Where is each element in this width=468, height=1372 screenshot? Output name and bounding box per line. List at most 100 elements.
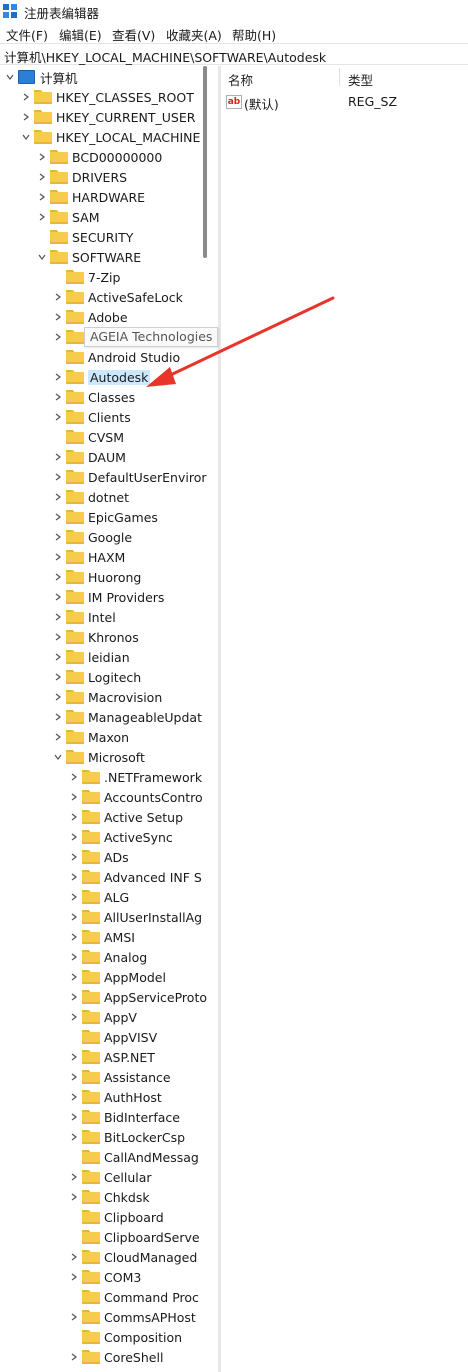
tree-node-software-key[interactable]: DAUM	[52, 447, 126, 467]
chevron-right-icon[interactable]	[52, 367, 64, 387]
tree-node-hklm-key[interactable]: SAM	[36, 207, 100, 227]
chevron-right-icon[interactable]	[68, 1127, 80, 1147]
tree-node-software-key[interactable]: Logitech	[52, 667, 141, 687]
tree-node-software-key[interactable]: IM Providers	[52, 587, 164, 607]
tree-node-microsoft-key[interactable]: AllUserInstallAg	[68, 907, 202, 927]
tree-node-microsoft-key[interactable]: Assistance	[68, 1067, 171, 1087]
tree-node-microsoft-key[interactable]: AppV	[68, 1007, 137, 1027]
chevron-right-icon[interactable]	[52, 387, 64, 407]
tree-node-microsoft-key[interactable]: AppModel	[68, 967, 166, 987]
chevron-right-icon[interactable]	[68, 1107, 80, 1127]
chevron-right-icon[interactable]	[68, 967, 80, 987]
chevron-right-icon[interactable]	[68, 807, 80, 827]
chevron-right-icon[interactable]	[52, 527, 64, 547]
tree-node-software-key[interactable]: DefaultUserEnviror	[52, 467, 207, 487]
tree-node-software-key[interactable]: Intel	[52, 607, 116, 627]
tree-node-microsoft-key[interactable]: Command Proc	[68, 1287, 199, 1307]
tree-node-software-key[interactable]: Clients	[52, 407, 131, 427]
tree-node-microsoft-key[interactable]: ActiveSync	[68, 827, 173, 847]
menu-view[interactable]: 查看(V)	[112, 25, 155, 44]
tree-node-hklm-key[interactable]: SECURITY	[36, 227, 133, 247]
tree-node-software-key[interactable]: Macrovision	[52, 687, 162, 707]
registry-tree[interactable]: 计算机 HKEY_CLASSES_ROOT HKEY_CURRENT_USER HKE…	[0, 66, 218, 1372]
chevron-right-icon[interactable]	[68, 1267, 80, 1287]
tree-node-hive[interactable]: HKEY_LOCAL_MACHINE	[20, 127, 200, 147]
tree-node-microsoft-key[interactable]: ADs	[68, 847, 129, 867]
tree-node-software-key[interactable]: ManageableUpdat	[52, 707, 202, 727]
tree-node-hklm-key[interactable]: SOFTWARE	[36, 247, 141, 267]
tree-node-microsoft-key[interactable]: Composition	[68, 1327, 182, 1347]
chevron-right-icon[interactable]	[52, 667, 64, 687]
chevron-right-icon[interactable]	[52, 627, 64, 647]
chevron-right-icon[interactable]	[52, 687, 64, 707]
address-bar[interactable]: 计算机\HKEY_LOCAL_MACHINE\SOFTWARE\Autodesk	[0, 43, 468, 65]
chevron-right-icon[interactable]	[68, 827, 80, 847]
tree-node-microsoft-key[interactable]: Advanced INF S	[68, 867, 202, 887]
tree-node-microsoft-key[interactable]: CommsAPHost	[68, 1307, 196, 1327]
chevron-right-icon[interactable]	[68, 1067, 80, 1087]
tree-node-microsoft-key[interactable]: COM3	[68, 1267, 141, 1287]
chevron-right-icon[interactable]	[68, 1247, 80, 1267]
tree-node-microsoft-key[interactable]: AuthHost	[68, 1087, 162, 1107]
tree-node-software-key[interactable]: Android Studio	[52, 347, 180, 367]
tree-node-software-key[interactable]: Maxon	[52, 727, 129, 747]
tree-node-microsoft-key[interactable]: Chkdsk	[68, 1187, 150, 1207]
chevron-right-icon[interactable]	[52, 447, 64, 467]
chevron-right-icon[interactable]	[68, 787, 80, 807]
tree-node-microsoft-key[interactable]: ClipboardServe	[68, 1227, 200, 1247]
tree-node-software-key[interactable]: leidian	[52, 647, 130, 667]
tree-node-microsoft-key[interactable]: BidInterface	[68, 1107, 180, 1127]
chevron-right-icon[interactable]	[20, 87, 32, 107]
chevron-right-icon[interactable]	[52, 727, 64, 747]
chevron-right-icon[interactable]	[52, 567, 64, 587]
menu-edit[interactable]: 编辑(E)	[59, 25, 102, 44]
chevron-right-icon[interactable]	[20, 107, 32, 127]
tree-node-microsoft-key[interactable]: AppVISV	[68, 1027, 157, 1047]
chevron-right-icon[interactable]	[52, 467, 64, 487]
tree-node-software-key[interactable]: Autodesk	[52, 367, 151, 387]
tree-node-microsoft-key[interactable]: .NETFramework	[68, 767, 202, 787]
chevron-right-icon[interactable]	[68, 1347, 80, 1367]
chevron-right-icon[interactable]	[52, 407, 64, 427]
chevron-right-icon[interactable]	[68, 767, 80, 787]
chevron-right-icon[interactable]	[52, 647, 64, 667]
chevron-right-icon[interactable]	[36, 167, 48, 187]
column-header-name[interactable]: 名称	[228, 70, 253, 89]
chevron-down-icon[interactable]	[52, 747, 64, 767]
value-row[interactable]: ab (默认) REG_SZ	[221, 92, 468, 112]
menu-help[interactable]: 帮助(H)	[232, 25, 276, 44]
tree-node-microsoft-key[interactable]: Active Setup	[68, 807, 183, 827]
tree-node-microsoft-key[interactable]: AppServiceProto	[68, 987, 207, 1007]
chevron-right-icon[interactable]	[68, 887, 80, 907]
tree-node-software-key[interactable]: CVSM	[52, 427, 124, 447]
chevron-right-icon[interactable]	[52, 547, 64, 567]
chevron-right-icon[interactable]	[36, 147, 48, 167]
chevron-right-icon[interactable]	[68, 927, 80, 947]
chevron-right-icon[interactable]	[68, 847, 80, 867]
tree-node-software-key[interactable]: Google	[52, 527, 132, 547]
chevron-right-icon[interactable]	[36, 187, 48, 207]
chevron-right-icon[interactable]	[68, 947, 80, 967]
column-divider[interactable]	[339, 68, 340, 86]
chevron-right-icon[interactable]	[52, 507, 64, 527]
tree-node-microsoft-key[interactable]: CoreShell	[68, 1347, 163, 1367]
tree-node-hklm-key[interactable]: DRIVERS	[36, 167, 127, 187]
tree-node-computer[interactable]: 计算机	[4, 67, 78, 87]
chevron-right-icon[interactable]	[68, 1087, 80, 1107]
tree-node-software-key[interactable]: ActiveSafeLock	[52, 287, 183, 307]
tree-node-software-key[interactable]: 7-Zip	[52, 267, 120, 287]
tree-node-microsoft-key[interactable]: BitLockerCsp	[68, 1127, 185, 1147]
chevron-right-icon[interactable]	[68, 1167, 80, 1187]
tree-scrollbar-thumb[interactable]	[203, 66, 207, 258]
tree-node-microsoft-key[interactable]: ASP.NET	[68, 1047, 155, 1067]
tree-node-microsoft-key[interactable]: AccountsContro	[68, 787, 203, 807]
tree-node-microsoft-key[interactable]: Clipboard	[68, 1207, 164, 1227]
tree-node-hklm-key[interactable]: HARDWARE	[36, 187, 145, 207]
chevron-right-icon[interactable]	[52, 607, 64, 627]
tree-node-software-key[interactable]: EpicGames	[52, 507, 158, 527]
chevron-right-icon[interactable]	[68, 1307, 80, 1327]
chevron-right-icon[interactable]	[52, 327, 64, 347]
tree-node-software-key[interactable]: Classes	[52, 387, 135, 407]
chevron-right-icon[interactable]	[68, 907, 80, 927]
tree-node-microsoft-key[interactable]: Cellular	[68, 1167, 152, 1187]
